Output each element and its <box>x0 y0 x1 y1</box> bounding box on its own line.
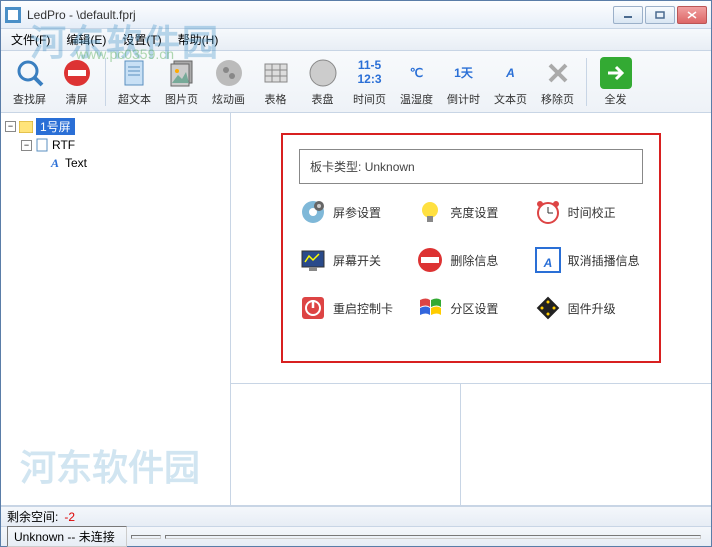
animation-button[interactable]: 炫动画 <box>206 54 251 110</box>
titlebar: LedPro - \default.fprj <box>1 1 711 29</box>
status-cell <box>165 535 701 539</box>
bottom-pane <box>231 383 711 505</box>
toolbar: 查找屏 清屏 超文本 图片页 炫动画 表格 表盘 11-512:3 时 <box>1 51 711 113</box>
countdown-button[interactable]: 1天 倒计时 <box>441 54 486 110</box>
windows-flag-icon <box>416 294 444 322</box>
config-icon-grid: 屏参设置 亮度设置 时间校正 屏幕开关 <box>299 198 643 322</box>
remain-space-label: 剩余空间: <box>7 508 58 525</box>
chip-icon <box>534 294 562 322</box>
temp-humidity-button[interactable]: ℃ 温湿度 <box>394 54 439 110</box>
app-icon <box>5 7 21 23</box>
brightness-button[interactable]: 亮度设置 <box>416 198 525 226</box>
window-title: LedPro - \default.fprj <box>27 8 613 22</box>
search-icon <box>14 57 46 89</box>
menu-help[interactable]: 帮助(H) <box>172 29 225 50</box>
animation-icon <box>213 57 245 89</box>
tree-node-label: 1号屏 <box>36 118 75 135</box>
no-entry-icon <box>416 246 444 274</box>
status-cell <box>131 535 161 539</box>
config-panel: 板卡类型: Unknown 屏参设置 亮度设置 <box>281 133 661 363</box>
screen-icon <box>18 119 34 135</box>
search-screen-button[interactable]: 查找屏 <box>7 54 52 110</box>
card-type-label: 板卡类型: <box>310 160 361 174</box>
tree-node-label: Text <box>65 156 87 170</box>
gear-disc-icon <box>299 198 327 226</box>
status-bar-remaining: 剩余空间: -2 <box>1 506 711 526</box>
cancel-insert-button[interactable]: A 取消插播信息 <box>534 246 643 274</box>
toolbar-separator <box>105 58 106 106</box>
firmware-button[interactable]: 固件升级 <box>534 294 643 322</box>
tree-node-label: RTF <box>52 138 75 152</box>
screen-switch-button[interactable]: 屏幕开关 <box>299 246 408 274</box>
send-all-button[interactable]: 全发 <box>593 54 638 110</box>
remove-page-button[interactable]: 移除页 <box>535 54 580 110</box>
svg-text:A: A <box>542 256 552 270</box>
grid-icon <box>260 57 292 89</box>
menu-settings[interactable]: 设置(T) <box>116 29 167 50</box>
power-icon <box>299 294 327 322</box>
text-page-button[interactable]: A 文本页 <box>488 54 533 110</box>
delete-info-button[interactable]: 删除信息 <box>416 246 525 274</box>
time-text-icon: 11-512:3 <box>354 57 386 89</box>
collapse-icon[interactable]: − <box>21 140 32 151</box>
partition-button[interactable]: 分区设置 <box>416 294 525 322</box>
bulb-icon <box>416 198 444 226</box>
menubar: 文件(F) 编辑(E) 设置(T) 帮助(H) <box>1 29 711 51</box>
main-window: LedPro - \default.fprj 文件(F) 编辑(E) 设置(T)… <box>0 0 712 547</box>
table-button[interactable]: 表格 <box>253 54 298 110</box>
dial-icon <box>307 57 339 89</box>
letter-a-box-icon: A <box>534 246 562 274</box>
countdown-text-icon: 1天 <box>448 57 480 89</box>
time-correct-button[interactable]: 时间校正 <box>534 198 643 226</box>
tree-text-node[interactable]: A Text <box>5 154 226 172</box>
delete-x-icon <box>542 57 574 89</box>
rtf-icon <box>34 137 50 153</box>
text-a-icon: A <box>47 155 63 171</box>
dial-button[interactable]: 表盘 <box>300 54 345 110</box>
card-type-value: Unknown <box>365 160 415 174</box>
connection-status: Unknown -- 未连接 <box>7 526 127 547</box>
alarm-clock-icon <box>534 198 562 226</box>
remain-space-value: -2 <box>64 510 75 524</box>
image-stack-icon <box>166 57 198 89</box>
tree-root-node[interactable]: − 1号屏 <box>5 117 226 136</box>
image-page-button[interactable]: 图片页 <box>159 54 204 110</box>
letter-a-icon: A <box>495 57 527 89</box>
tree-panel: − 1号屏 − RTF A Text <box>1 113 231 505</box>
property-area <box>231 384 461 505</box>
monitor-icon <box>299 246 327 274</box>
workarea: − 1号屏 − RTF A Text 板卡类型: Un <box>1 113 711 506</box>
forbidden-icon <box>61 57 93 89</box>
clear-screen-button[interactable]: 清屏 <box>54 54 99 110</box>
arrow-right-icon <box>600 57 632 89</box>
document-icon <box>119 57 151 89</box>
toolbar-separator <box>586 58 587 106</box>
celsius-icon: ℃ <box>401 57 433 89</box>
right-panes: 板卡类型: Unknown 屏参设置 亮度设置 <box>231 113 711 505</box>
menu-edit[interactable]: 编辑(E) <box>60 29 112 50</box>
restart-card-button[interactable]: 重启控制卡 <box>299 294 408 322</box>
screen-params-button[interactable]: 屏参设置 <box>299 198 408 226</box>
collapse-icon[interactable]: − <box>5 121 16 132</box>
preview-pane: 板卡类型: Unknown 屏参设置 亮度设置 <box>231 113 711 383</box>
hypertext-button[interactable]: 超文本 <box>112 54 157 110</box>
maximize-button[interactable] <box>645 6 675 24</box>
close-button[interactable] <box>677 6 707 24</box>
minimize-button[interactable] <box>613 6 643 24</box>
tree-rtf-node[interactable]: − RTF <box>5 136 226 154</box>
menu-file[interactable]: 文件(F) <box>5 29 56 50</box>
card-type-box: 板卡类型: Unknown <box>299 149 643 184</box>
time-page-button[interactable]: 11-512:3 时间页 <box>347 54 392 110</box>
status-bar-connection: Unknown -- 未连接 <box>1 526 711 546</box>
